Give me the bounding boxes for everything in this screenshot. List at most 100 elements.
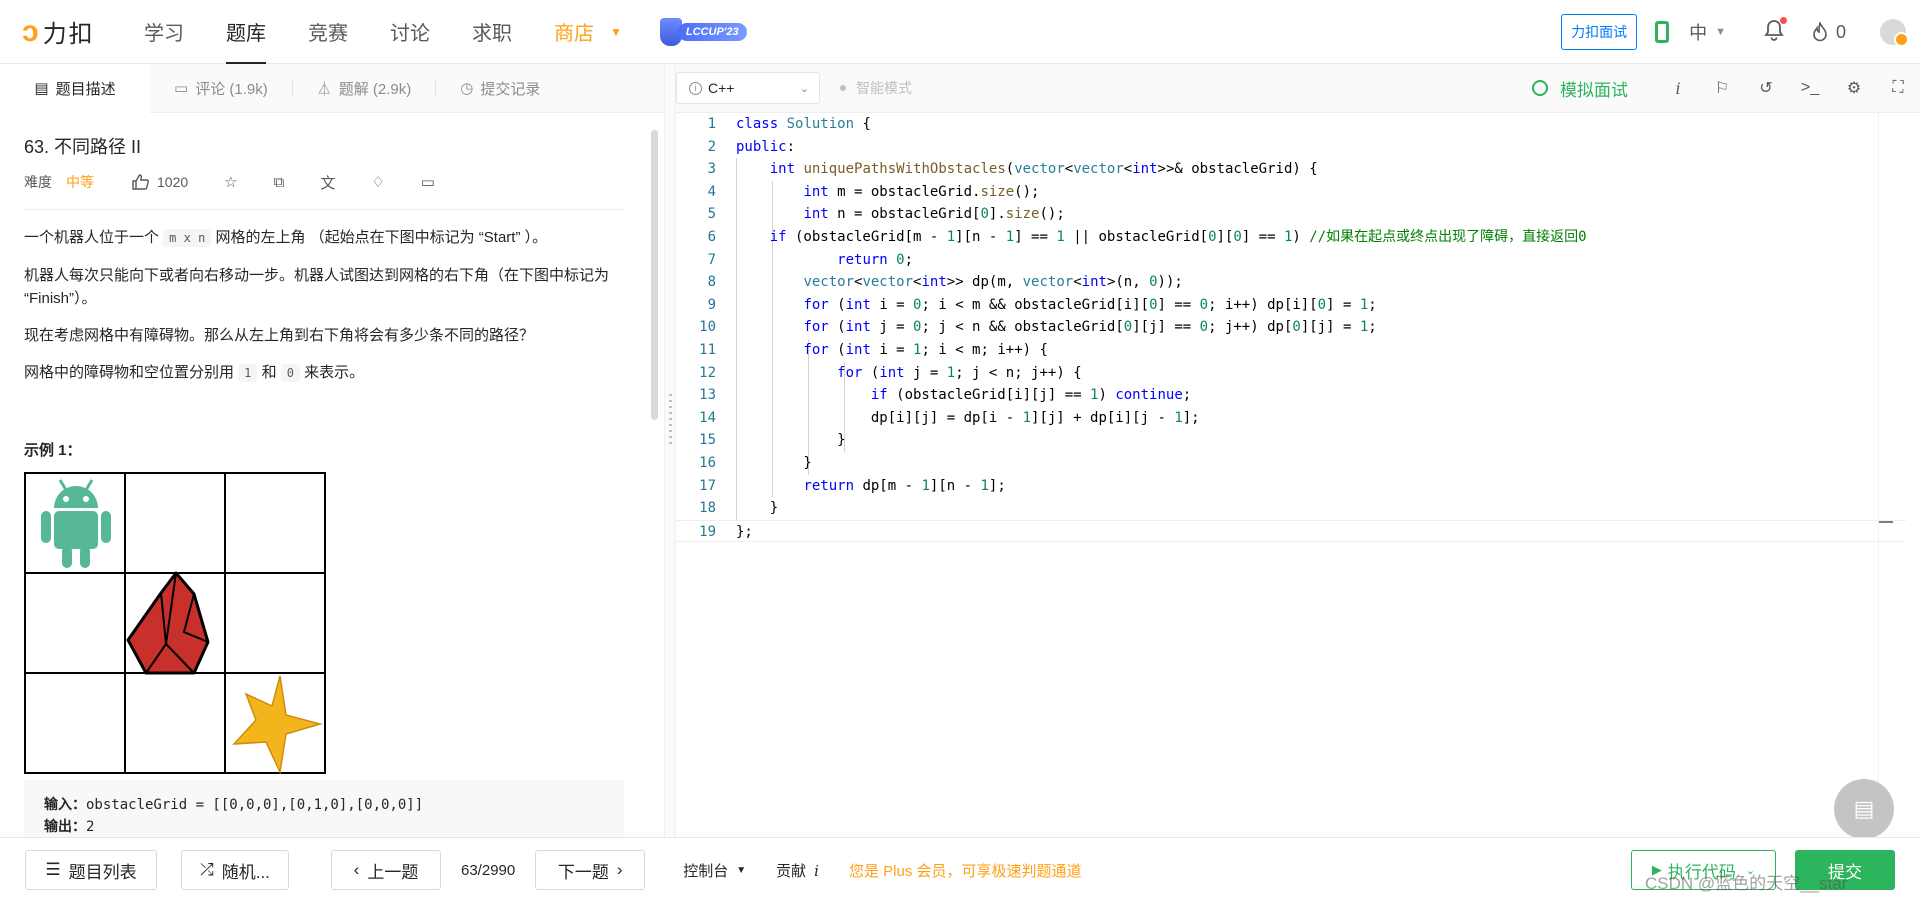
example-title: 示例 1： — [24, 442, 82, 459]
settings-icon[interactable]: ⚙ — [1832, 78, 1876, 98]
code-line[interactable]: 17 return dp[m - 1][n - 1]; — [676, 475, 1906, 498]
code-line[interactable]: 8 vector<vector<int>> dp(m, vector<int>(… — [676, 271, 1906, 294]
tab-comments[interactable]: ▭ 评论 (1.9k) — [150, 64, 292, 113]
code-line[interactable]: 1 class Solution { — [676, 113, 1906, 136]
smart-mode-label: 智能模式 — [856, 80, 912, 96]
problem-scrollbar[interactable] — [651, 116, 659, 786]
fullscreen-icon[interactable]: ⛶ — [1876, 79, 1920, 97]
nav-item-learn[interactable]: 学习 — [144, 0, 184, 64]
top-navbar: ↄ 力扣 学习 题库 竞赛 讨论 求职 商店 ▼ LCCUP'23 力扣面试 中… — [0, 0, 1920, 64]
toggle-dot — [840, 85, 846, 91]
contribute-button[interactable]: 贡献 i — [776, 860, 819, 881]
flag-icon[interactable]: ⚐ — [1700, 78, 1744, 98]
prev-label: 上一题 — [367, 862, 419, 882]
code-line[interactable]: 11 for (int i = 1; i < m; i++) { — [676, 339, 1906, 362]
line-number: 18 — [699, 500, 716, 517]
notification-dot — [1779, 16, 1787, 24]
code-text: } — [736, 432, 846, 449]
code-line[interactable]: 9 for (int i = 0; i < m && obstacleGrid[… — [676, 294, 1906, 317]
problem-description: 63. 不同路径 II 难度 中等 1020 ☆ ⧉ 文 ♢ ▭ 一个机器人位于… — [0, 113, 640, 837]
notes-button[interactable]: ▤ — [1834, 779, 1894, 837]
chevron-left-icon: ‹ — [353, 860, 360, 879]
panel-resize-handle[interactable] — [664, 64, 676, 837]
next-problem-button[interactable]: 下一题 › — [535, 850, 646, 890]
code-line[interactable]: 6 if (obstacleGrid[m - 1][n - 1] == 1 ||… — [676, 226, 1906, 249]
editor-scrollbar[interactable] — [1878, 113, 1893, 837]
example-output-line: 输出：2 — [44, 816, 604, 837]
code-line[interactable]: 3 int uniquePathsWithObstacles(vector<ve… — [676, 158, 1906, 181]
leetcode-interview-button[interactable]: 力扣面试 — [1561, 14, 1638, 50]
description-paragraph: 现在考虑网格中有障碍物。那么从左上角到右下角将会有多少条不同的路径？ — [24, 327, 535, 344]
nav-item-store[interactable]: 商店 ▼ — [554, 0, 622, 64]
mock-interview-button[interactable]: 模拟面试 — [1532, 76, 1628, 101]
code-line[interactable]: 12 for (int j = 1; j < n; j++) { — [676, 362, 1906, 385]
code-line[interactable]: 14 dp[i][j] = dp[i - 1][j] + dp[i][j - 1… — [676, 407, 1906, 430]
language-select[interactable]: 中 ▼ — [1689, 19, 1726, 45]
logo-icon: ↄ — [22, 14, 39, 48]
language-value: C++ — [708, 80, 735, 96]
lccup-banner[interactable]: LCCUP'23 — [659, 17, 747, 46]
code-line[interactable]: 10 for (int j = 0; j < n && obstacleGrid… — [676, 316, 1906, 339]
nav-item-jobs[interactable]: 求职 — [472, 0, 512, 64]
share-icon[interactable]: ⧉ — [274, 174, 285, 191]
code-area[interactable]: 1 class Solution {2 public: 3 int uniquePat… — [676, 113, 1906, 837]
tab-solutions-label: 题解 (2.9k) — [338, 80, 412, 98]
tab-description[interactable]: ▤ 题目描述 — [0, 63, 150, 113]
problem-title: 63. 不同路径 II — [24, 137, 142, 157]
streak-counter[interactable]: 0 — [1812, 22, 1846, 43]
code-line[interactable]: 2 public: — [676, 136, 1906, 159]
problem-index: 63/2990 — [461, 861, 516, 879]
like-button[interactable]: 1020 — [132, 174, 188, 190]
code-line[interactable]: 18 } — [676, 497, 1906, 520]
input-value: obstacleGrid = [[0,0,0],[0,1,0],[0,0,0]] — [86, 797, 424, 813]
scrollbar-thumb[interactable] — [651, 130, 658, 420]
console-toggle[interactable]: 控制台 ▼ — [683, 860, 746, 881]
code-text: for (int j = 0; j < n && obstacleGrid[0]… — [803, 319, 1377, 336]
difficulty-badge: 中等 — [66, 174, 94, 190]
console-label: 控制台 — [683, 862, 729, 880]
code-line[interactable]: 13 if (obstacleGrid[i][j] == 1) continue… — [676, 384, 1906, 407]
output-value: 2 — [86, 819, 95, 835]
reset-icon[interactable]: ↺ — [1744, 78, 1788, 98]
nav-item-discuss[interactable]: 讨论 — [390, 0, 430, 64]
nav-item-problemset[interactable]: 题库 — [226, 0, 266, 64]
star-icon[interactable]: ☆ — [224, 173, 237, 191]
terminal-icon[interactable]: >_ — [1788, 79, 1832, 97]
streak-count: 0 — [1835, 21, 1846, 42]
tab-comments-label: 评论 (1.9k) — [195, 80, 268, 98]
prev-problem-button[interactable]: ‹ 上一题 — [331, 850, 441, 890]
tab-description-label: 题目描述 — [55, 80, 116, 98]
user-avatar[interactable] — [1880, 19, 1909, 47]
line-number: 5 — [707, 206, 716, 223]
code-text: if (obstacleGrid[m - 1][n - 1] == 1 || o… — [769, 229, 1587, 245]
tab-solutions[interactable]: ⏃ 题解 (2.9k) — [293, 64, 436, 113]
code-text: } — [736, 455, 812, 471]
language-dropdown[interactable]: i C++ ⌄ — [676, 72, 820, 104]
code-line[interactable]: 4 int m = obstacleGrid.size(); — [676, 181, 1906, 204]
feedback-icon[interactable]: ▭ — [421, 173, 435, 191]
random-problem-button[interactable]: ⤮ 随机... — [181, 850, 289, 890]
code-line[interactable]: 19}; — [676, 519, 1906, 543]
translate-icon[interactable]: 文 — [320, 172, 335, 193]
line-number: 6 — [707, 229, 716, 245]
code-line[interactable]: 5 int n = obstacleGrid[0].size(); — [676, 203, 1906, 226]
tab-submissions[interactable]: ◷ 提交记录 — [436, 64, 564, 113]
problem-list-button[interactable]: ☰ 题目列表 — [25, 850, 157, 890]
smart-mode-toggle[interactable]: 智能模式 — [840, 78, 912, 98]
nav-item-contest[interactable]: 竞赛 — [308, 0, 348, 64]
inline-code: 0 — [280, 364, 300, 382]
code-line[interactable]: 7 return 0; — [676, 249, 1906, 272]
thumbs-up-icon — [132, 174, 149, 190]
code-line[interactable]: 16 } — [676, 452, 1906, 475]
text: 来表示。 — [299, 364, 365, 381]
mobile-app-icon[interactable] — [1655, 21, 1670, 43]
notification-bell-icon[interactable] — [1764, 16, 1787, 46]
description-icon: ▤ — [34, 80, 49, 97]
cursor-marker — [1879, 521, 1893, 523]
leetcode-logo[interactable]: ↄ 力扣 — [22, 14, 104, 49]
code-line[interactable]: 15 } — [676, 429, 1906, 452]
code-text: vector<vector<int>> dp(m, vector<int>(n,… — [803, 274, 1183, 291]
info-icon[interactable]: i — [1656, 79, 1700, 98]
output-label: 输出： — [44, 819, 86, 835]
bell-icon[interactable]: ♢ — [371, 173, 384, 191]
